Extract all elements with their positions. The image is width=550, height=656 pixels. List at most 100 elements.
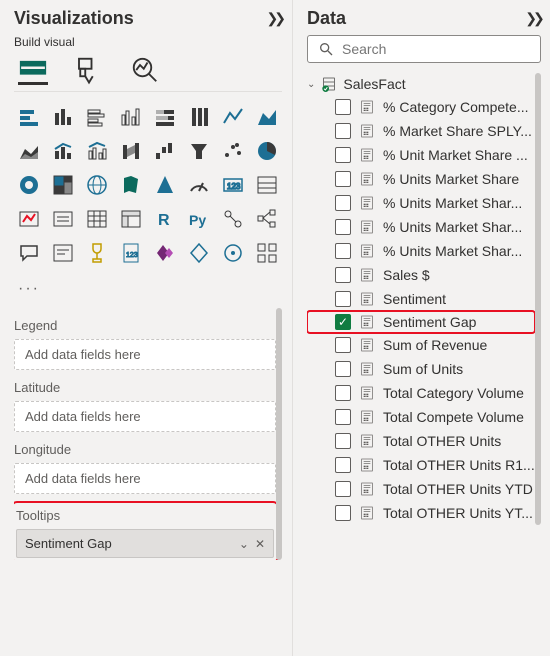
field-checkbox[interactable] bbox=[335, 481, 351, 497]
field-checkbox[interactable] bbox=[335, 291, 351, 307]
remove-field-icon[interactable]: ✕ bbox=[255, 537, 265, 551]
smart-narrative-icon[interactable] bbox=[48, 238, 78, 268]
field-row[interactable]: Total OTHER Units bbox=[307, 429, 535, 453]
map-icon[interactable] bbox=[82, 170, 112, 200]
decomposition-tree-icon[interactable] bbox=[252, 204, 282, 234]
field-checkbox[interactable] bbox=[335, 123, 351, 139]
area-chart-icon[interactable] bbox=[252, 102, 282, 132]
field-label: % Category Compete... bbox=[383, 99, 529, 115]
field-row[interactable]: Total OTHER Units YT... bbox=[307, 501, 535, 525]
field-checkbox[interactable] bbox=[335, 219, 351, 235]
field-label: % Units Market Shar... bbox=[383, 243, 522, 259]
field-row[interactable]: Sum of Revenue bbox=[307, 333, 535, 357]
matrix-icon[interactable] bbox=[116, 204, 146, 234]
slicer-icon[interactable] bbox=[48, 204, 78, 234]
field-row[interactable]: Total Category Volume bbox=[307, 381, 535, 405]
pie-chart-icon[interactable] bbox=[252, 136, 282, 166]
field-row[interactable]: Total OTHER Units YTD bbox=[307, 477, 535, 501]
field-checkbox[interactable] bbox=[335, 433, 351, 449]
get-more-visuals-icon[interactable] bbox=[252, 238, 282, 268]
key-influencers-icon[interactable] bbox=[218, 204, 248, 234]
legend-drop-zone[interactable]: Add data fields here bbox=[14, 339, 276, 370]
table-node[interactable]: ⌄ SalesFact bbox=[307, 73, 535, 95]
clustered-bar-icon[interactable] bbox=[82, 102, 112, 132]
search-box[interactable] bbox=[307, 35, 541, 63]
ribbon-chart-icon[interactable] bbox=[116, 136, 146, 166]
longitude-drop-zone[interactable]: Add data fields here bbox=[14, 463, 276, 494]
latitude-drop-zone[interactable]: Add data fields here bbox=[14, 401, 276, 432]
field-row[interactable]: Sum of Units bbox=[307, 357, 535, 381]
r-visual-icon[interactable]: R bbox=[150, 204, 180, 234]
field-checkbox[interactable] bbox=[335, 243, 351, 259]
field-row[interactable]: Sentiment bbox=[307, 287, 535, 311]
arcgis-icon[interactable] bbox=[218, 238, 248, 268]
multi-row-card-icon[interactable] bbox=[252, 170, 282, 200]
field-checkbox[interactable] bbox=[335, 409, 351, 425]
field-checkbox[interactable] bbox=[335, 171, 351, 187]
field-checkbox[interactable] bbox=[335, 99, 351, 115]
field-row[interactable]: Sales $ bbox=[307, 263, 535, 287]
field-checkbox[interactable] bbox=[335, 361, 351, 377]
table-icon[interactable] bbox=[82, 204, 112, 234]
kpi-icon[interactable] bbox=[14, 204, 44, 234]
stacked-area-icon[interactable] bbox=[14, 136, 44, 166]
collapse-viz-icon[interactable]: ❯❯ bbox=[267, 10, 282, 27]
field-row[interactable]: Sentiment Gap bbox=[307, 311, 535, 333]
chevron-down-icon[interactable]: ⌄ bbox=[239, 537, 249, 551]
python-visual-icon[interactable]: Py bbox=[184, 204, 214, 234]
field-row[interactable]: % Unit Market Share ... bbox=[307, 143, 535, 167]
field-label: % Units Market Shar... bbox=[383, 219, 522, 235]
stacked-bar-icon[interactable] bbox=[14, 102, 44, 132]
hundred-stacked-bar-icon[interactable] bbox=[150, 102, 180, 132]
card-icon[interactable]: 123 bbox=[218, 170, 248, 200]
donut-chart-icon[interactable] bbox=[14, 170, 44, 200]
field-checkbox[interactable] bbox=[335, 195, 351, 211]
field-row[interactable]: Total Compete Volume bbox=[307, 405, 535, 429]
tab-analytics[interactable] bbox=[130, 55, 160, 85]
azure-map-icon[interactable] bbox=[150, 170, 180, 200]
qna-icon[interactable] bbox=[14, 238, 44, 268]
stacked-column-icon[interactable] bbox=[48, 102, 78, 132]
line-chart-icon[interactable] bbox=[218, 102, 248, 132]
field-row[interactable]: % Units Market Shar... bbox=[307, 191, 535, 215]
scatter-icon[interactable] bbox=[218, 136, 248, 166]
gauge-icon[interactable] bbox=[184, 170, 214, 200]
line-stacked-column-icon[interactable] bbox=[48, 136, 78, 166]
field-row[interactable]: % Units Market Share bbox=[307, 167, 535, 191]
tab-build-visual[interactable] bbox=[18, 55, 48, 85]
field-checkbox[interactable] bbox=[335, 267, 351, 283]
viz-tabs bbox=[14, 55, 282, 85]
field-checkbox[interactable] bbox=[335, 337, 351, 353]
field-row[interactable]: Total OTHER Units R1... bbox=[307, 453, 535, 477]
field-checkbox[interactable] bbox=[335, 505, 351, 521]
field-label: Total OTHER Units R1... bbox=[383, 457, 535, 473]
funnel-icon[interactable] bbox=[184, 136, 214, 166]
collapse-data-icon[interactable]: ❯❯ bbox=[525, 10, 540, 27]
field-checkbox[interactable] bbox=[335, 314, 351, 330]
field-checkbox[interactable] bbox=[335, 385, 351, 401]
field-checkbox[interactable] bbox=[335, 147, 351, 163]
line-clustered-column-icon[interactable] bbox=[82, 136, 112, 166]
measure-icon bbox=[359, 409, 375, 425]
paginated-report-icon[interactable]: 123 bbox=[116, 238, 146, 268]
search-input[interactable] bbox=[342, 41, 530, 57]
field-row[interactable]: % Category Compete... bbox=[307, 95, 535, 119]
goals-icon[interactable] bbox=[82, 238, 112, 268]
clustered-column-icon[interactable] bbox=[116, 102, 146, 132]
field-label: Total OTHER Units YTD bbox=[383, 481, 533, 497]
viz-overflow-menu[interactable]: ··· bbox=[18, 280, 282, 298]
power-apps-icon[interactable] bbox=[150, 238, 180, 268]
waterfall-icon[interactable] bbox=[150, 136, 180, 166]
power-automate-icon[interactable] bbox=[184, 238, 214, 268]
tooltips-field-chip[interactable]: Sentiment Gap ⌄ ✕ bbox=[16, 529, 274, 558]
field-checkbox[interactable] bbox=[335, 457, 351, 473]
field-row[interactable]: % Units Market Shar... bbox=[307, 239, 535, 263]
data-header: Data ❯❯ bbox=[307, 8, 541, 29]
hundred-stacked-column-icon[interactable] bbox=[184, 102, 214, 132]
field-row[interactable]: % Market Share SPLY... bbox=[307, 119, 535, 143]
treemap-icon[interactable] bbox=[48, 170, 78, 200]
measure-icon bbox=[359, 505, 375, 521]
filled-map-icon[interactable] bbox=[116, 170, 146, 200]
tab-format-visual[interactable] bbox=[74, 55, 104, 85]
field-row[interactable]: % Units Market Shar... bbox=[307, 215, 535, 239]
